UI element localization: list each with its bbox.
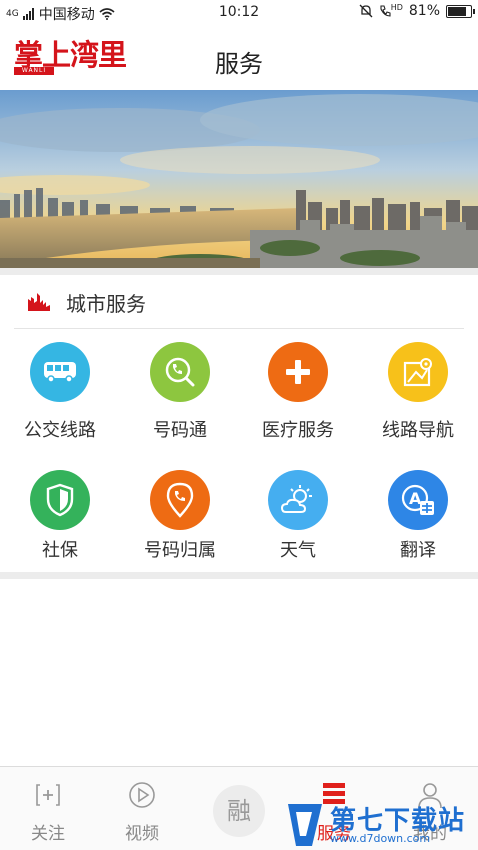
service-label: 线路导航 — [382, 420, 454, 441]
section-divider — [0, 268, 478, 275]
city-service-header: 城市服务 — [14, 275, 464, 329]
service-route-navigation[interactable]: 线路导航 — [358, 340, 478, 460]
status-right: HD 81% — [359, 3, 475, 19]
medical-plus-icon — [268, 342, 328, 402]
service-medical[interactable]: 医疗服务 — [238, 340, 358, 460]
bus-icon — [30, 342, 90, 402]
shield-icon — [30, 470, 90, 530]
service-bus-routes[interactable]: 公交线路 — [0, 340, 120, 460]
watermark-logo-icon — [288, 804, 322, 846]
service-label: 医疗服务 — [262, 420, 334, 441]
section-title: 城市服务 — [66, 292, 146, 316]
city-banner-image[interactable] — [0, 90, 478, 268]
content-divider — [0, 572, 478, 579]
service-label: 号码通 — [153, 420, 207, 441]
follow-icon — [36, 784, 60, 806]
hd-call-icon: HD — [379, 4, 403, 18]
service-label: 翻译 — [400, 540, 436, 561]
app-header: 掌上湾里 WANLI 服务 — [0, 26, 478, 90]
watermark-url: www.d7down.com — [330, 832, 431, 845]
app-screen: 4G 中国移动 10:12 HD 81% 掌上湾里 WANLI 服务 城市服务 … — [0, 0, 478, 850]
service-label: 公交线路 — [24, 420, 96, 441]
phone-search-icon — [150, 342, 210, 402]
service-label: 号码归属 — [144, 540, 216, 561]
translate-icon: A — [388, 470, 448, 530]
city-skyline-photo — [0, 90, 478, 268]
tab-video[interactable]: 视频 — [94, 767, 190, 850]
service-phone-lookup[interactable]: 号码通 — [120, 340, 240, 460]
phone-location-icon — [150, 470, 210, 530]
city-buildings-icon — [28, 293, 50, 311]
status-bar: 4G 中国移动 10:12 HD 81% — [0, 0, 478, 26]
service-label: 社保 — [42, 540, 78, 561]
battery-percent: 81% — [408, 3, 440, 19]
hd-label: HD — [390, 3, 403, 12]
page-title: 服务 — [215, 50, 263, 78]
tab-label: 视频 — [125, 824, 159, 844]
service-label: 天气 — [280, 540, 316, 561]
map-navigation-icon — [388, 342, 448, 402]
tab-label: 关注 — [31, 824, 65, 844]
battery-fill — [448, 6, 466, 16]
mute-bell-icon — [359, 4, 373, 18]
tab-rong[interactable]: 融 — [213, 785, 265, 837]
tab-follow[interactable]: 关注 — [0, 767, 96, 850]
download-site-watermark: 第七下载站 www.d7down.com — [282, 794, 478, 850]
play-icon — [129, 782, 155, 808]
battery-icon — [446, 4, 475, 18]
weather-icon — [268, 470, 328, 530]
rong-label: 融 — [227, 797, 251, 825]
